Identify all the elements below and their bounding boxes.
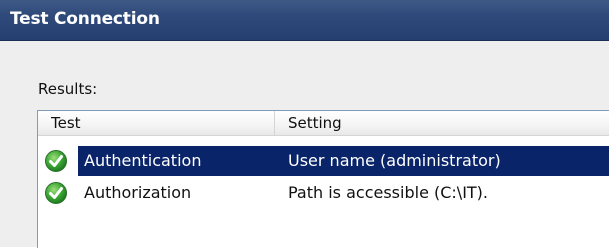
row-setting-value: User name (administrator) [288, 151, 501, 170]
results-row-authentication[interactable]: Authentication User name (administrator) [38, 146, 609, 176]
row-test-name: Authentication [84, 151, 202, 170]
success-check-icon [45, 150, 67, 172]
column-header-setting[interactable]: Setting [275, 111, 609, 135]
column-header-test[interactable]: Test [38, 111, 275, 135]
results-row-authorization[interactable]: Authorization Path is accessible (C:\IT)… [38, 178, 609, 208]
column-header-test-label: Test [51, 114, 81, 132]
results-list-header: Test Setting [38, 111, 609, 136]
results-label: Results: [38, 80, 98, 98]
results-list[interactable]: Test Setting Authentication User name (a… [37, 110, 609, 248]
row-setting-value: Path is accessible (C:\IT). [288, 183, 489, 202]
column-header-setting-label: Setting [288, 114, 342, 132]
test-connection-dialog: Test Connection Results: Test Setting Au… [0, 0, 609, 248]
dialog-titlebar[interactable]: Test Connection [0, 0, 609, 41]
success-check-icon [45, 182, 67, 204]
dialog-title: Test Connection [10, 9, 160, 29]
row-test-name: Authorization [84, 183, 192, 202]
